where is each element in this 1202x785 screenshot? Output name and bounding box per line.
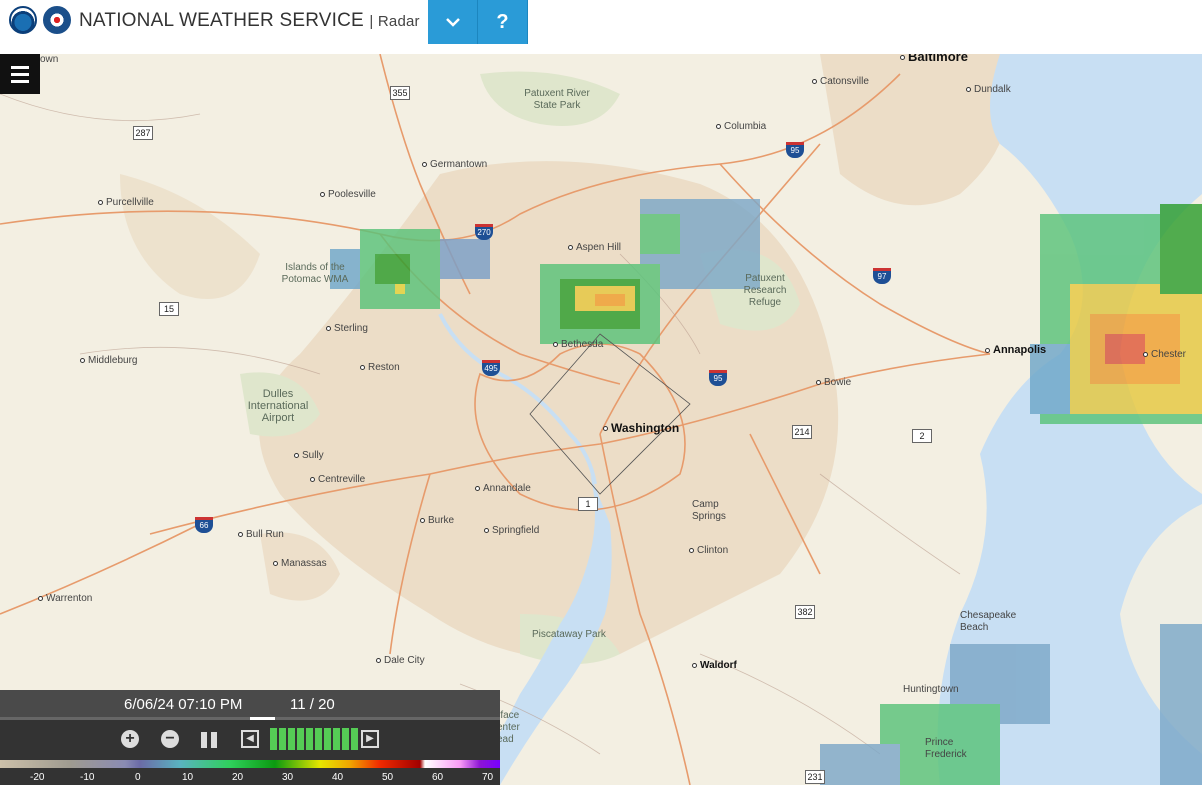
menu-icon — [11, 65, 29, 69]
place-label: Annapolis — [985, 344, 1046, 356]
place-label: Clinton — [689, 545, 728, 557]
place-label: Dale City — [376, 655, 425, 667]
app-header: NATIONAL WEATHER SERVICE | Radar ? — [0, 0, 1202, 54]
noaa-logo[interactable] — [9, 6, 37, 34]
place-label: Manassas — [273, 558, 327, 570]
route-shield: 2 — [912, 429, 932, 443]
route-shield: 355 — [390, 86, 410, 100]
interstate-shield: 495 — [482, 360, 500, 376]
playback-buttons: + − ◀ ▶ — [0, 720, 500, 760]
pause-icon — [201, 732, 207, 748]
place-label: Warrenton — [38, 593, 92, 605]
title-text: NATIONAL WEATHER SERVICE — [79, 10, 364, 31]
animation-controls: 6/06/24 07:10 PM 11 / 20 + − ◀ ▶ -20 -10… — [0, 690, 500, 785]
interstate-shield: 270 — [475, 224, 493, 240]
scale-color-bar — [0, 760, 500, 768]
time-bar: 6/06/24 07:10 PM 11 / 20 — [0, 690, 500, 720]
scale-tick: 10 — [182, 772, 194, 783]
scale-tick: 20 — [232, 772, 244, 783]
scale-tick: 60 — [432, 772, 444, 783]
route-shield: 287 — [133, 126, 153, 140]
place-label: Burke — [420, 515, 454, 527]
place-label: Bull Run — [238, 529, 284, 541]
place-label: Middleburg — [80, 355, 137, 367]
route-shield: 15 — [159, 302, 179, 316]
place-label: Annandale — [475, 483, 531, 495]
radar-map[interactable]: Baltimore Catonsville Dundalk Columbia G… — [0, 54, 1202, 785]
scale-tick: -20 — [30, 772, 45, 783]
route-shield: 214 — [792, 425, 812, 439]
place-label: Prince Frederick — [925, 737, 967, 760]
scale-tick: 50 — [382, 772, 394, 783]
place-label: own — [40, 54, 59, 65]
timestamp: 6/06/24 07:10 PM — [124, 696, 243, 713]
place-label: Sully — [294, 450, 324, 462]
app-title: NATIONAL WEATHER SERVICE | Radar — [79, 10, 420, 32]
place-label: Germantown — [422, 159, 487, 171]
place-label: Purcellville — [98, 197, 154, 209]
park-label: Patuxent Research Refuge — [743, 273, 787, 308]
interstate-shield: 95 — [709, 370, 727, 386]
place-label: Bethesda — [553, 339, 603, 351]
title-subtitle: | Radar — [369, 13, 420, 30]
place-label: Dundalk — [966, 84, 1011, 96]
park-label: Patuxent River State Park — [524, 88, 590, 111]
help-button[interactable]: ? — [478, 0, 528, 44]
place-label: Bowie — [816, 377, 851, 389]
chevron-down-icon — [445, 18, 460, 27]
park-label: Dulles International Airport — [247, 388, 309, 424]
park-label: Islands of the Potomac WMA — [281, 262, 349, 285]
place-label: Huntingtown — [903, 684, 959, 695]
map-base — [0, 54, 1202, 785]
step-forward-button[interactable]: ▶ — [361, 730, 379, 748]
speed-indicator[interactable] — [270, 728, 358, 750]
place-label: Springfield — [484, 525, 539, 537]
route-shield: 382 — [795, 605, 815, 619]
place-label: Washington — [603, 422, 679, 434]
scale-tick: 0 — [135, 772, 141, 783]
zoom-out-button[interactable]: − — [161, 730, 179, 748]
park-label: rface enter ead — [497, 710, 520, 745]
place-label: Centreville — [310, 474, 365, 486]
pause-button[interactable] — [201, 732, 217, 748]
header-buttons: ? — [428, 0, 528, 44]
nws-logo[interactable] — [43, 6, 71, 34]
route-shield: 1 — [578, 497, 598, 511]
zoom-in-button[interactable]: + — [121, 730, 139, 748]
scale-tick: -10 — [80, 772, 95, 783]
place-label: Camp Springs — [692, 499, 726, 522]
place-label: Columbia — [716, 121, 766, 133]
place-label: Aspen Hill — [568, 242, 621, 254]
route-shield: 231 — [805, 770, 825, 784]
interstate-shield: 95 — [786, 142, 804, 158]
dropdown-button[interactable] — [428, 0, 478, 44]
interstate-shield: 97 — [873, 268, 891, 284]
place-label: Poolesville — [320, 189, 376, 201]
menu-button[interactable] — [0, 54, 40, 94]
place-label: Catonsville — [812, 76, 869, 88]
place-label: Reston — [360, 362, 400, 374]
place-label: Chester — [1143, 349, 1186, 361]
place-label: Chesapeake Beach — [960, 610, 1017, 633]
place-label: Baltimore — [900, 54, 968, 63]
scale-tick: 30 — [282, 772, 294, 783]
place-label: Waldorf — [692, 660, 737, 672]
place-label: Sterling — [326, 323, 368, 335]
scale-ticks: -20 -10 0 10 20 30 40 50 60 70 — [0, 768, 500, 785]
park-label: Piscataway Park — [532, 629, 606, 640]
step-back-button[interactable]: ◀ — [241, 730, 259, 748]
frame-counter: 11 / 20 — [290, 696, 335, 713]
scale-tick: 70 — [482, 772, 494, 783]
scale-tick: 40 — [332, 772, 344, 783]
interstate-shield: 66 — [195, 517, 213, 533]
reflectivity-scale: -20 -10 0 10 20 30 40 50 60 70 — [0, 760, 500, 785]
